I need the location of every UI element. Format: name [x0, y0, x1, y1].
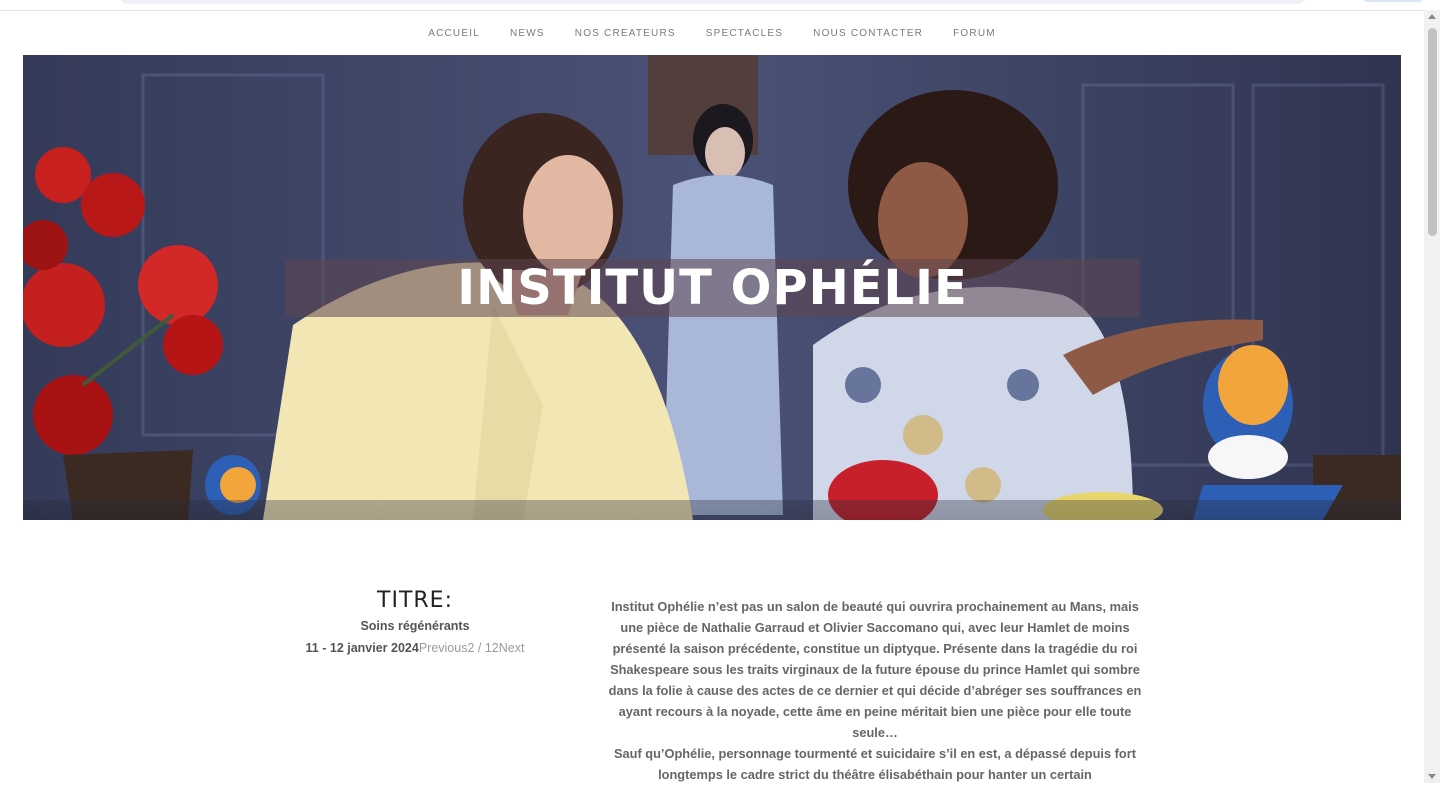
nav-item-nos-createurs[interactable]: NOS CREATEURS — [560, 28, 691, 39]
hero-title-band: INSTITUT OPHÉLIE — [285, 259, 1140, 317]
show-subtitle: Soins régénérants — [360, 619, 470, 633]
next-link[interactable]: Next — [499, 641, 525, 655]
description-paragraph: Institut Ophélie n’est pas un salon de b… — [608, 599, 1142, 740]
show-info: TITRE: Soins régénérants 11 - 12 janvier… — [290, 588, 540, 655]
scroll-down-icon[interactable] — [1428, 774, 1436, 779]
nav-item-accueil[interactable]: ACCUEIL — [413, 28, 495, 39]
description-paragraph: Sauf qu’Ophélie, personnage tourmenté et… — [614, 746, 1136, 782]
previous-link[interactable]: Previous — [419, 641, 468, 655]
slide-counter: 2 / 12 — [467, 641, 499, 655]
show-date-row: 11 - 12 janvier 2024Previous2 / 12Next — [290, 641, 540, 655]
nav-item-news[interactable]: NEWS — [495, 28, 560, 39]
nav-item-spectacles[interactable]: SPECTACLES — [691, 28, 798, 39]
scroll-up-icon[interactable] — [1428, 14, 1436, 19]
main-nav: ACCUEIL NEWS NOS CREATEURS SPECTACLES NO… — [0, 20, 1424, 46]
info-heading: TITRE: — [377, 588, 453, 613]
nav-item-forum[interactable]: FORUM — [938, 28, 1011, 39]
page-scrollbar[interactable] — [1424, 10, 1440, 783]
hero-title: INSTITUT OPHÉLIE — [457, 260, 968, 316]
show-description: Institut Ophélie n’est pas un salon de b… — [605, 596, 1145, 785]
address-bar[interactable] — [120, 0, 1305, 4]
browser-button[interactable] — [1362, 0, 1424, 2]
nav-item-nous-contacter[interactable]: NOUS CONTACTER — [798, 28, 938, 39]
hero-banner: INSTITUT OPHÉLIE — [23, 55, 1401, 520]
browser-toolbar-edge — [0, 0, 1424, 11]
scrollbar-thumb[interactable] — [1428, 28, 1437, 236]
show-date: 11 - 12 janvier 2024 — [305, 641, 419, 655]
